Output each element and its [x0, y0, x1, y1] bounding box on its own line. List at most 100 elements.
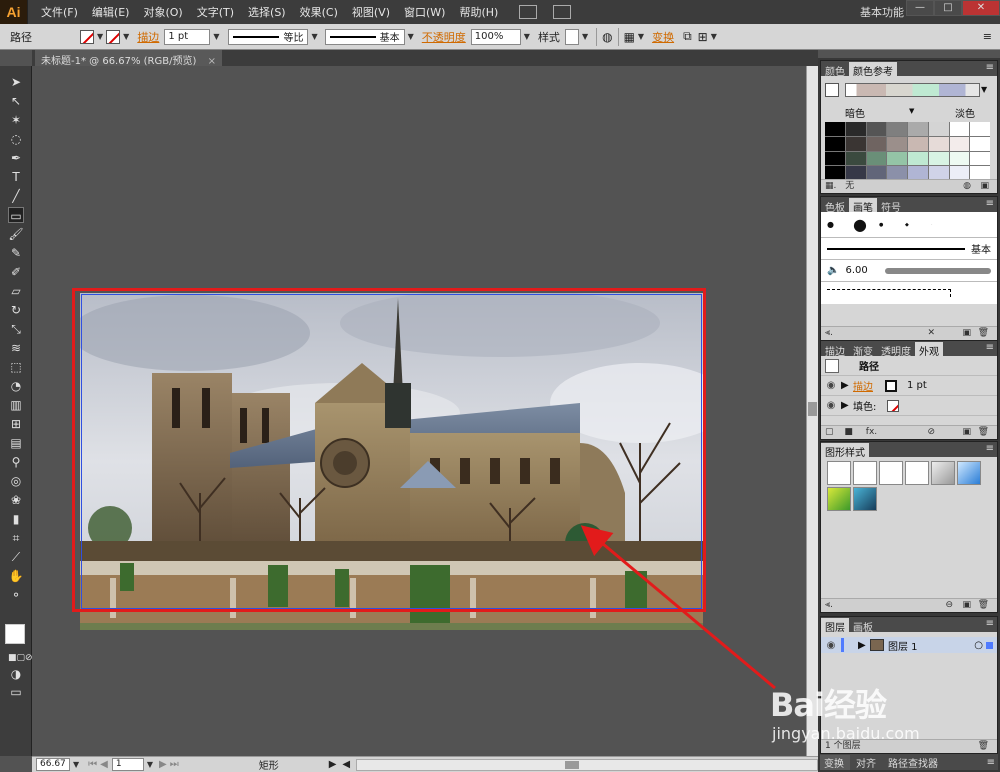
perspective-grid-tool-icon[interactable]: ▥	[8, 397, 24, 413]
harmony-strip[interactable]	[845, 83, 980, 97]
lasso-tool-icon[interactable]: ◌	[8, 131, 24, 147]
color-mode-icon[interactable]: ■▢⊘	[8, 650, 33, 666]
fill-color-swatch[interactable]	[887, 399, 899, 412]
menu-type[interactable]: 文字(T)	[190, 4, 241, 20]
chevron-down-icon[interactable]: ▼	[94, 32, 106, 41]
chevron-down-icon[interactable]: ▼	[308, 32, 320, 41]
arrange-icon[interactable]: ⊞	[698, 30, 708, 44]
stroke-swatch[interactable]	[106, 29, 121, 44]
pen-tool-icon[interactable]: ✒	[8, 150, 24, 166]
new-style-icon[interactable]: ▣	[962, 599, 971, 611]
fill-swatch[interactable]	[80, 29, 94, 44]
brush-dot-icon[interactable]: ●	[827, 220, 853, 229]
options-icon[interactable]: ✕	[927, 327, 935, 339]
type-tool-icon[interactable]: T	[8, 169, 24, 185]
column-graph-tool-icon[interactable]: ▮	[8, 511, 24, 527]
graphic-style-grey[interactable]	[931, 461, 955, 485]
close-button[interactable]: ✕	[962, 0, 1000, 16]
delete-icon[interactable]: 🗑	[978, 327, 989, 339]
hand-tool-icon[interactable]: ✋	[8, 568, 24, 584]
workspace-switcher[interactable]: 基本功能	[860, 4, 904, 20]
horizontal-scrollbar[interactable]	[356, 758, 818, 771]
brush-dot-icon[interactable]: ◆	[905, 222, 931, 228]
brush-definition[interactable]: 基本	[324, 28, 405, 45]
document-tab[interactable]: 未标题-1* @ 66.67% (RGB/预览) ×	[35, 50, 222, 67]
scale-tool-icon[interactable]: ⤡	[8, 321, 24, 337]
chevron-down-icon[interactable]: ▼	[120, 32, 132, 41]
menu-object[interactable]: 对象(O)	[136, 4, 189, 20]
pencil-tool-icon[interactable]: ✎	[8, 245, 24, 261]
isolate-icon[interactable]: ⧉	[683, 29, 692, 44]
fill-stroke-swatch-icon[interactable]	[5, 624, 25, 644]
selection-tool-icon[interactable]: ➤	[8, 74, 24, 90]
delete-icon[interactable]: 🗑	[978, 599, 989, 611]
recolor-icon[interactable]: ◍	[602, 30, 612, 44]
break-link-icon[interactable]: ⊖	[945, 599, 953, 611]
expand-icon[interactable]: ▶	[858, 640, 870, 651]
style-swatch[interactable]	[564, 28, 579, 45]
rectangle-tool-icon[interactable]: ▭	[8, 207, 24, 223]
art-brush-row[interactable]: 🔈 6.00	[821, 260, 997, 282]
panel-menu-icon[interactable]: ≡	[987, 757, 995, 768]
delete-icon[interactable]: 🗑	[978, 740, 989, 752]
layer-name[interactable]: 图层 1	[888, 638, 918, 653]
graphic-style-default[interactable]	[827, 461, 851, 485]
eye-icon[interactable]: ◉	[821, 400, 841, 411]
bridge-icon[interactable]	[519, 5, 538, 19]
expand-icon[interactable]: ▶	[841, 380, 853, 391]
slice-tool-icon[interactable]: ⟋	[8, 549, 24, 565]
graphic-style-none[interactable]	[853, 461, 877, 485]
last-artboard-icon[interactable]: ⏭	[170, 759, 179, 770]
graphic-style-offset[interactable]	[905, 461, 929, 485]
brush-dot-icon[interactable]: ●	[879, 222, 905, 228]
tab-symbols[interactable]: 符号	[877, 198, 905, 214]
swatch-library-icon[interactable]: ▦.	[825, 181, 836, 191]
scroll-thumb[interactable]	[808, 402, 817, 416]
save-group-icon[interactable]: ▣	[980, 180, 989, 192]
tab-swatches[interactable]: 色板	[821, 198, 849, 214]
free-transform-tool-icon[interactable]: ⬚	[8, 359, 24, 375]
scroll-thumb[interactable]	[565, 760, 580, 769]
mesh-tool-icon[interactable]: ⊞	[8, 416, 24, 432]
draw-mode-icon[interactable]: ◑	[8, 666, 24, 682]
tab-gradient[interactable]: 渐变	[849, 342, 877, 358]
chevron-down-icon[interactable]: ▼	[981, 85, 987, 94]
chevron-down-icon[interactable]: ▼	[909, 107, 914, 115]
stroke-attribute-row[interactable]: ◉ ▶ 描边 1 pt	[821, 376, 997, 396]
delete-icon[interactable]: 🗑	[978, 426, 989, 438]
tab-layers[interactable]: 图层	[821, 618, 849, 634]
target-icon[interactable]: ○	[974, 640, 983, 651]
tab-color-guide[interactable]: 颜色参考	[849, 62, 897, 78]
menu-window[interactable]: 窗口(W)	[397, 4, 452, 20]
menu-effect[interactable]: 效果(C)	[293, 4, 345, 20]
transform-link[interactable]: 变换	[647, 29, 679, 45]
line-tool-icon[interactable]: ╱	[8, 188, 24, 204]
variable-width-profile[interactable]: 等比	[228, 28, 309, 45]
menu-edit[interactable]: 编辑(E)	[85, 4, 137, 20]
paintbrush-tool-icon[interactable]: 🖌	[8, 226, 24, 242]
chevron-down-icon[interactable]: ▼	[708, 32, 720, 41]
tab-stroke[interactable]: 描边	[821, 342, 849, 358]
panel-menu-icon[interactable]: ≡	[986, 618, 994, 629]
add-stroke-icon[interactable]: ▢	[825, 427, 834, 437]
direct-selection-tool-icon[interactable]: ↖	[8, 93, 24, 109]
tab-graphic-styles[interactable]: 图形样式	[821, 443, 869, 459]
brush-dot-icon[interactable]: ●	[853, 215, 879, 234]
next-artboard-icon[interactable]: ▶	[159, 759, 167, 770]
opacity-link[interactable]: 不透明度	[417, 29, 471, 45]
first-artboard-icon[interactable]: ⏮	[88, 759, 97, 770]
eye-icon[interactable]: ◉	[821, 640, 841, 651]
fill-attribute-row[interactable]: ◉ ▶ 填色:	[821, 396, 997, 416]
graphic-style-teal[interactable]	[853, 487, 877, 511]
stroke-link[interactable]: 描边	[132, 29, 164, 45]
tab-appearance[interactable]: 外观	[915, 342, 943, 358]
chevron-down-icon[interactable]: ▼	[405, 32, 417, 41]
warp-tool-icon[interactable]: ≋	[8, 340, 24, 356]
tab-brushes[interactable]: 画笔	[849, 198, 877, 214]
menu-select[interactable]: 选择(S)	[241, 4, 293, 20]
tab-artboards[interactable]: 画板	[849, 618, 877, 634]
fx-label[interactable]: fx.	[866, 427, 877, 437]
new-brush-icon[interactable]: ▣	[962, 327, 971, 339]
vertical-scrollbar[interactable]	[806, 66, 818, 756]
restore-button[interactable]: □	[934, 0, 962, 16]
